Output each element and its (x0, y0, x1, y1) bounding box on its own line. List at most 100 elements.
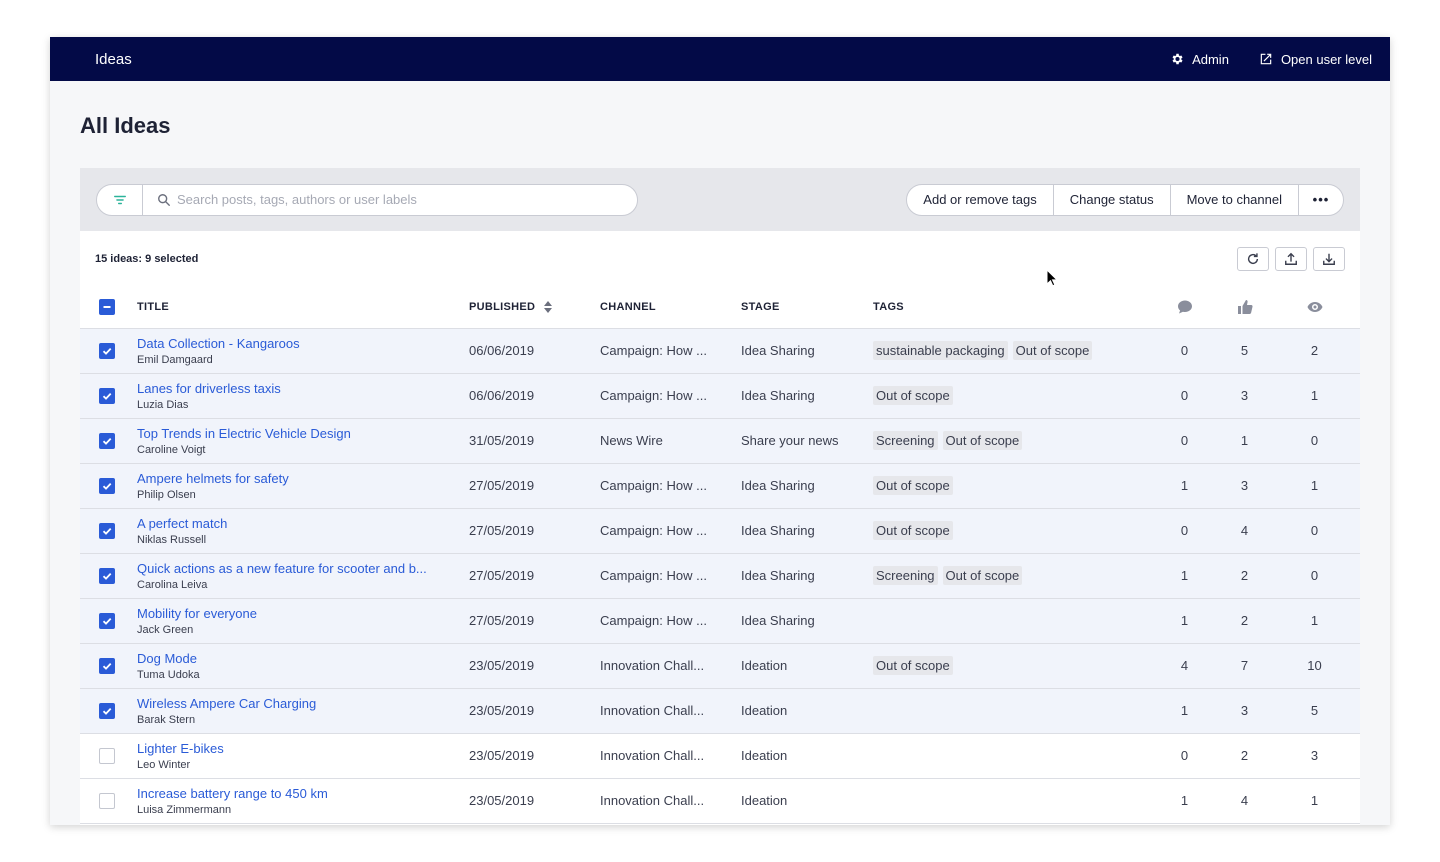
filter-button[interactable] (97, 184, 143, 215)
row-select-cell (80, 553, 137, 599)
thumbs-up-icon (1237, 299, 1253, 314)
column-stage[interactable]: STAGE (741, 286, 873, 329)
select-all-checkbox[interactable] (99, 298, 115, 315)
check-icon (102, 482, 112, 490)
upload-button[interactable] (1275, 246, 1307, 271)
idea-author: Jack Green (137, 623, 194, 636)
idea-title-link[interactable]: Quick actions as a new feature for scoot… (137, 561, 442, 576)
comments-count: 1 (1149, 463, 1220, 509)
column-likes[interactable] (1220, 286, 1269, 329)
table-row[interactable]: Quick actions as a new feature for scoot… (80, 553, 1360, 599)
idea-title-link[interactable]: Wireless Ampere Car Charging (137, 696, 442, 711)
admin-button[interactable]: Admin (1170, 52, 1229, 67)
table-row[interactable]: Top Trends in Electric Vehicle Design Car… (80, 418, 1360, 464)
likes-count: 7 (1220, 643, 1269, 689)
ideas-table: TITLE PUBLISHED CHANNEL STAGE TAGS Data … (80, 286, 1360, 824)
views-count: 0 (1269, 553, 1360, 599)
row-checkbox[interactable] (99, 477, 115, 494)
published-cell: 31/05/2019 (469, 418, 600, 464)
download-button[interactable] (1313, 246, 1345, 271)
row-select-cell (80, 418, 137, 464)
views-count: 1 (1269, 373, 1360, 419)
title-cell: Dog Mode Tuma Udoka (137, 643, 469, 689)
move-to-channel-button[interactable]: Move to channel (1169, 184, 1298, 215)
idea-title-link[interactable]: Top Trends in Electric Vehicle Design (137, 426, 442, 441)
views-count: 0 (1269, 508, 1360, 554)
column-views[interactable] (1269, 286, 1360, 329)
stage-cell: Idea Sharing (741, 553, 873, 599)
row-checkbox[interactable] (99, 612, 115, 629)
title-cell: Quick actions as a new feature for scoot… (137, 553, 469, 599)
more-actions-button[interactable]: ••• (1298, 184, 1343, 215)
table-row[interactable]: Lanes for driverless taxis Luzia Dias 06/0… (80, 373, 1360, 419)
views-count: 0 (1269, 418, 1360, 464)
check-icon (102, 572, 112, 580)
change-status-button[interactable]: Change status (1052, 184, 1170, 215)
row-select-cell (80, 508, 137, 554)
check-icon (102, 662, 112, 670)
channel-cell: Campaign: How ... (600, 598, 741, 644)
table-row[interactable]: Dog Mode Tuma Udoka 23/05/2019 Innovation C… (80, 643, 1360, 689)
tag-chip: Out of scope (873, 476, 953, 495)
table-row[interactable]: Wireless Ampere Car Charging Barak Stern 2… (80, 688, 1360, 734)
idea-author: Tuma Udoka (137, 668, 200, 681)
row-checkbox[interactable] (99, 792, 115, 809)
row-checkbox[interactable] (99, 567, 115, 584)
row-checkbox[interactable] (99, 702, 115, 719)
idea-title-link[interactable]: Mobility for everyone (137, 606, 442, 621)
stage-cell: Ideation (741, 643, 873, 689)
check-icon (102, 437, 112, 445)
meta-row: 15 ideas: 9 selected (80, 231, 1360, 286)
idea-title-link[interactable]: Increase battery range to 450 km (137, 786, 442, 801)
column-tags[interactable]: TAGS (873, 286, 1149, 329)
open-user-level-button[interactable]: Open user level (1259, 52, 1372, 67)
column-published[interactable]: PUBLISHED (469, 286, 600, 329)
stage-cell: Ideation (741, 733, 873, 779)
channel-cell: Campaign: How ... (600, 328, 741, 374)
views-count: 10 (1269, 643, 1360, 689)
title-cell: Top Trends in Electric Vehicle Design Car… (137, 418, 469, 464)
column-channel[interactable]: CHANNEL (600, 286, 741, 329)
table-row[interactable]: Lighter E-bikes Leo Winter 23/05/2019 Innov… (80, 733, 1360, 779)
row-checkbox[interactable] (99, 387, 115, 404)
search-icon (158, 193, 170, 206)
table-tools (1237, 246, 1345, 271)
tag-chip: sustainable packaging (873, 341, 1008, 360)
idea-author: Emil Damgaard (137, 353, 213, 366)
row-checkbox[interactable] (99, 747, 115, 764)
idea-title-link[interactable]: Ampere helmets for safety (137, 471, 442, 486)
column-comments[interactable] (1149, 286, 1220, 329)
idea-title-link[interactable]: Lanes for driverless taxis (137, 381, 442, 396)
idea-title-link[interactable]: Dog Mode (137, 651, 442, 666)
table-row[interactable]: Ampere helmets for safety Philip Olsen 27/… (80, 463, 1360, 509)
refresh-button[interactable] (1237, 246, 1269, 271)
idea-author: Leo Winter (137, 758, 191, 771)
row-checkbox[interactable] (99, 342, 115, 359)
table-row[interactable]: Data Collection - Kangaroos Emil Damgaard… (80, 328, 1360, 374)
channel-cell: Campaign: How ... (600, 373, 741, 419)
views-count: 2 (1269, 328, 1360, 374)
published-cell: 06/06/2019 (469, 328, 600, 374)
stage-cell: Idea Sharing (741, 598, 873, 644)
row-checkbox[interactable] (99, 522, 115, 539)
idea-author: Carolina Leiva (137, 578, 208, 591)
idea-title-link[interactable]: Data Collection - Kangaroos (137, 336, 442, 351)
search-input[interactable] (177, 186, 637, 213)
tags-cell: Out of scope (873, 643, 1149, 689)
idea-title-link[interactable]: A perfect match (137, 516, 442, 531)
tags-cell (873, 778, 1149, 824)
table-row[interactable]: A perfect match Niklas Russell 27/05/2019 C… (80, 508, 1360, 554)
row-checkbox[interactable] (99, 432, 115, 449)
row-select-cell (80, 598, 137, 644)
row-checkbox[interactable] (99, 657, 115, 674)
add-remove-tags-button[interactable]: Add or remove tags (907, 185, 1052, 215)
table-row[interactable]: Increase battery range to 450 km Luisa Zi… (80, 778, 1360, 824)
table-row[interactable]: Mobility for everyone Jack Green 27/05/201… (80, 598, 1360, 644)
column-title[interactable]: TITLE (137, 286, 469, 329)
channel-cell: Campaign: How ... (600, 553, 741, 599)
title-cell: Lanes for driverless taxis Luzia Dias (137, 373, 469, 419)
tags-cell: sustainable packaging Out of scope (873, 328, 1149, 374)
title-cell: Increase battery range to 450 km Luisa Zi… (137, 778, 469, 824)
idea-author: Luisa Zimmermann (137, 803, 232, 816)
idea-title-link[interactable]: Lighter E-bikes (137, 741, 442, 756)
